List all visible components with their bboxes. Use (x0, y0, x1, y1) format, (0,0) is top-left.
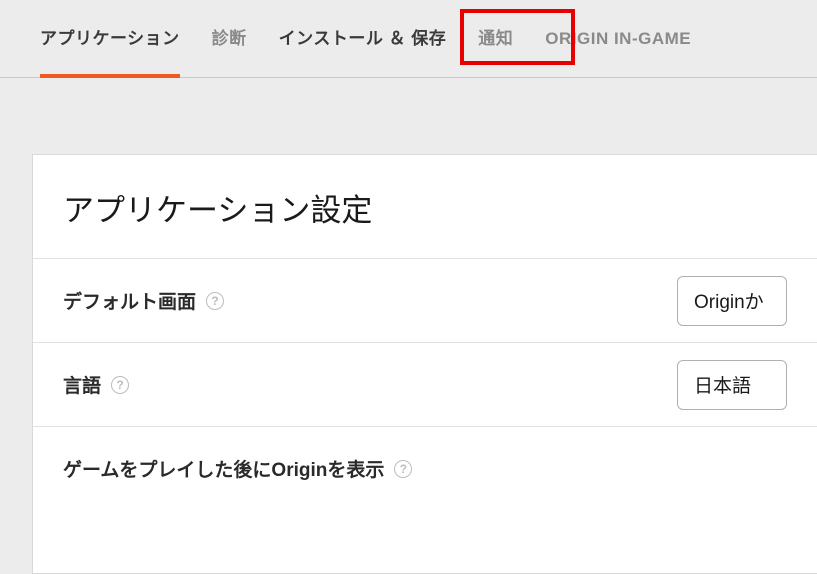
help-icon[interactable]: ? (206, 292, 224, 310)
row-language: 言語 ? 日本語 (33, 342, 817, 426)
content-area: アプリケーション設定 デフォルト画面 ? Originか 言語 ? 日本語 ゲー… (0, 78, 817, 574)
tab-install-save[interactable]: インストール ＆ 保存 (263, 0, 463, 78)
default-screen-select[interactable]: Originか (677, 276, 787, 326)
language-select[interactable]: 日本語 (677, 360, 787, 410)
tab-bar: アプリケーション 診断 インストール ＆ 保存 通知 ORIGIN IN-GAM… (0, 0, 817, 78)
default-screen-label: デフォルト画面 (63, 287, 196, 314)
help-icon[interactable]: ? (111, 376, 129, 394)
row-default-screen: デフォルト画面 ? Originか (33, 258, 817, 342)
show-after-play-label: ゲームをプレイした後にOriginを表示 (63, 455, 384, 482)
help-icon[interactable]: ? (394, 460, 412, 478)
tab-notifications[interactable]: 通知 (462, 0, 529, 78)
tab-origin-in-game[interactable]: ORIGIN IN-GAME (529, 0, 707, 78)
settings-panel: アプリケーション設定 デフォルト画面 ? Originか 言語 ? 日本語 ゲー… (32, 154, 817, 574)
tab-diagnostics[interactable]: 診断 (196, 0, 263, 78)
panel-title: アプリケーション設定 (33, 155, 817, 258)
tab-application[interactable]: アプリケーション (24, 0, 196, 78)
row-show-after-play: ゲームをプレイした後にOriginを表示 ? (33, 426, 817, 510)
language-label: 言語 (63, 371, 101, 398)
